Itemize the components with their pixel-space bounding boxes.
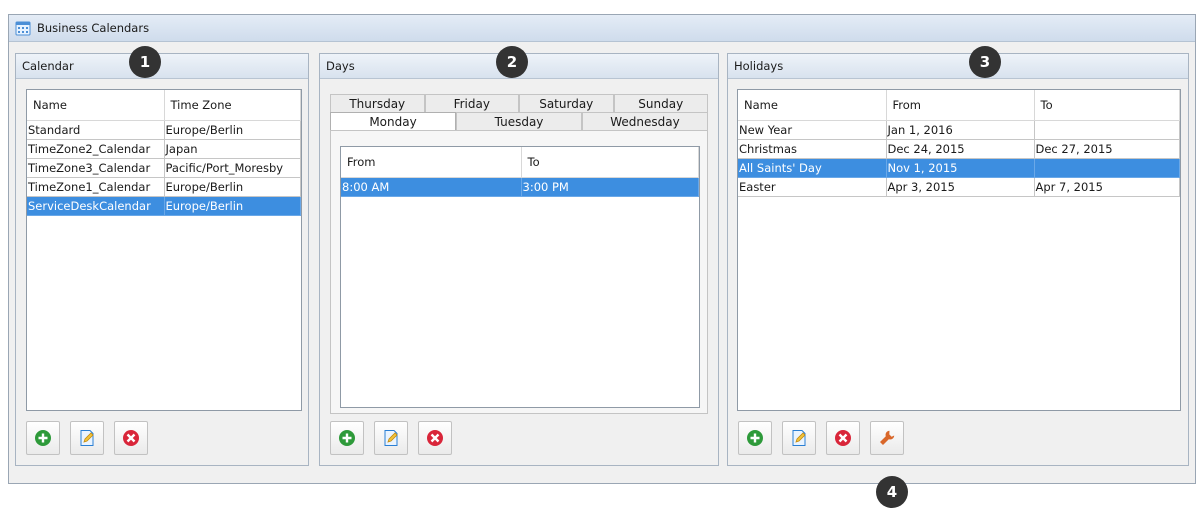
- calendar-row[interactable]: TimeZone2_Calendar Japan: [27, 139, 301, 159]
- holiday-cell-to: Apr 7, 2015: [1034, 177, 1180, 197]
- calendar-row[interactable]: Standard Europe/Berlin: [27, 120, 301, 140]
- hours-col-header-to[interactable]: To: [521, 147, 699, 178]
- tab-thursday[interactable]: Thursday: [330, 94, 425, 112]
- x-circle-icon: [427, 430, 443, 446]
- callout-badge-4: 4: [876, 476, 908, 508]
- calendar-cell-time-zone: Japan: [164, 139, 301, 159]
- edit-document-icon: [792, 430, 806, 446]
- holidays-toolbar: [738, 421, 904, 455]
- calendar-cell-time-zone: Europe/Berlin: [164, 177, 301, 197]
- tab-saturday[interactable]: Saturday: [519, 94, 614, 112]
- tab-sunday[interactable]: Sunday: [613, 94, 708, 112]
- holiday-cell-from: Dec 24, 2015: [886, 139, 1035, 159]
- days-panel-title: Days: [326, 59, 355, 73]
- calendar-cell-time-zone: Pacific/Port_Moresby: [164, 158, 301, 178]
- calendar-panel-title: Calendar: [22, 59, 74, 73]
- holiday-row[interactable]: All Saints' Day Nov 1, 2015: [738, 158, 1180, 178]
- calendar-add-button[interactable]: [26, 421, 60, 455]
- plus-circle-icon: [747, 430, 763, 446]
- holiday-add-button[interactable]: [738, 421, 772, 455]
- holidays-table: Name From To New Year Jan 1, 2016 Christmas D…: [738, 90, 1180, 197]
- calendar-toolbar: [26, 421, 148, 455]
- holiday-row[interactable]: New Year Jan 1, 2016: [738, 120, 1180, 140]
- hours-row[interactable]: 8:00 AM 3:00 PM: [341, 177, 699, 197]
- hours-cell-to: 3:00 PM: [521, 177, 699, 197]
- calendar-delete-button[interactable]: [114, 421, 148, 455]
- calendar-edit-button[interactable]: [70, 421, 104, 455]
- holiday-row[interactable]: Christmas Dec 24, 2015 Dec 27, 2015: [738, 139, 1180, 159]
- x-circle-icon: [123, 430, 139, 446]
- calendar-panel: Calendar Name Time Zone Standard Europe/Be…: [15, 53, 309, 466]
- edit-document-icon: [384, 430, 398, 446]
- holiday-tools-button[interactable]: [870, 421, 904, 455]
- calendar-cell-time-zone: Europe/Berlin: [164, 196, 301, 216]
- holidays-grid[interactable]: Name From To New Year Jan 1, 2016 Christmas D…: [737, 89, 1181, 411]
- calendar-panel-header: Calendar: [16, 54, 308, 79]
- wrench-icon: [880, 430, 895, 445]
- days-panel: Days Thursday Friday Saturday Sunday Mon…: [319, 53, 719, 466]
- calendar-table: Name Time Zone Standard Europe/Berlin TimeZ…: [27, 90, 301, 216]
- hours-grid[interactable]: From To 8:00 AM 3:00 PM: [340, 146, 700, 408]
- hours-delete-button[interactable]: [418, 421, 452, 455]
- callout-badge-1: 1: [129, 46, 161, 78]
- days-toolbar: [330, 421, 452, 455]
- holiday-cell-from: Jan 1, 2016: [886, 120, 1035, 140]
- holiday-cell-to: Dec 27, 2015: [1034, 139, 1180, 159]
- hours-table: From To 8:00 AM 3:00 PM: [341, 147, 699, 197]
- holidays-panel: Holidays Name From To New Year Jan 1, 2016 C…: [727, 53, 1189, 466]
- holiday-col-header-from[interactable]: From: [886, 90, 1035, 121]
- tab-tuesday[interactable]: Tuesday: [456, 112, 582, 130]
- calendar-cell-time-zone: Europe/Berlin: [164, 120, 301, 140]
- holiday-cell-from: Apr 3, 2015: [886, 177, 1035, 197]
- hours-edit-button[interactable]: [374, 421, 408, 455]
- holidays-panel-title: Holidays: [734, 59, 784, 73]
- day-tabs-front-row: Monday Tuesday Wednesday: [330, 112, 708, 130]
- calendar-col-header-name[interactable]: Name: [27, 90, 165, 121]
- holiday-cell-from: Nov 1, 2015: [886, 158, 1035, 178]
- day-tab-content: From To 8:00 AM 3:00 PM: [330, 130, 708, 414]
- holiday-row[interactable]: Easter Apr 3, 2015 Apr 7, 2015: [738, 177, 1180, 197]
- hours-add-button[interactable]: [330, 421, 364, 455]
- calendar-row[interactable]: ServiceDeskCalendar Europe/Berlin: [27, 196, 301, 216]
- holiday-col-header-name[interactable]: Name: [738, 90, 887, 121]
- hours-cell-from: 8:00 AM: [341, 177, 522, 197]
- tab-wednesday[interactable]: Wednesday: [582, 112, 708, 130]
- holiday-cell-name: Christmas: [738, 139, 887, 159]
- calendar-col-header-time-zone[interactable]: Time Zone: [164, 90, 301, 121]
- holiday-cell-name: Easter: [738, 177, 887, 197]
- hours-col-header-from[interactable]: From: [341, 147, 522, 178]
- holiday-delete-button[interactable]: [826, 421, 860, 455]
- holiday-cell-name: New Year: [738, 120, 887, 140]
- day-tabs-back-row: Thursday Friday Saturday Sunday: [330, 94, 708, 112]
- calendar-cell-name: ServiceDeskCalendar: [27, 196, 165, 216]
- day-tabs: Thursday Friday Saturday Sunday Monday T…: [330, 94, 708, 130]
- callout-badge-2: 2: [496, 46, 528, 78]
- business-calendars-window: Business Calendars Calendar Name Time Zon…: [8, 14, 1196, 484]
- edit-document-icon: [80, 430, 94, 446]
- holiday-cell-name: All Saints' Day: [738, 158, 887, 178]
- holiday-cell-to: [1034, 158, 1180, 178]
- holidays-panel-header: Holidays: [728, 54, 1188, 79]
- calendar-row[interactable]: TimeZone3_Calendar Pacific/Port_Moresby: [27, 158, 301, 178]
- tab-friday[interactable]: Friday: [424, 94, 519, 112]
- calendar-icon: [15, 20, 31, 36]
- calendar-cell-name: TimeZone1_Calendar: [27, 177, 165, 197]
- calendar-cell-name: TimeZone3_Calendar: [27, 158, 165, 178]
- plus-circle-icon: [35, 430, 51, 446]
- callout-badge-3: 3: [969, 46, 1001, 78]
- holiday-edit-button[interactable]: [782, 421, 816, 455]
- window-titlebar: Business Calendars: [9, 15, 1195, 42]
- plus-circle-icon: [339, 430, 355, 446]
- window-title: Business Calendars: [37, 21, 150, 35]
- calendar-row[interactable]: TimeZone1_Calendar Europe/Berlin: [27, 177, 301, 197]
- calendar-cell-name: TimeZone2_Calendar: [27, 139, 165, 159]
- tab-monday[interactable]: Monday: [330, 112, 456, 130]
- x-circle-icon: [835, 430, 851, 446]
- calendar-cell-name: Standard: [27, 120, 165, 140]
- holiday-cell-to: [1034, 120, 1180, 140]
- holiday-col-header-to[interactable]: To: [1034, 90, 1180, 121]
- calendar-grid[interactable]: Name Time Zone Standard Europe/Berlin TimeZ…: [26, 89, 302, 411]
